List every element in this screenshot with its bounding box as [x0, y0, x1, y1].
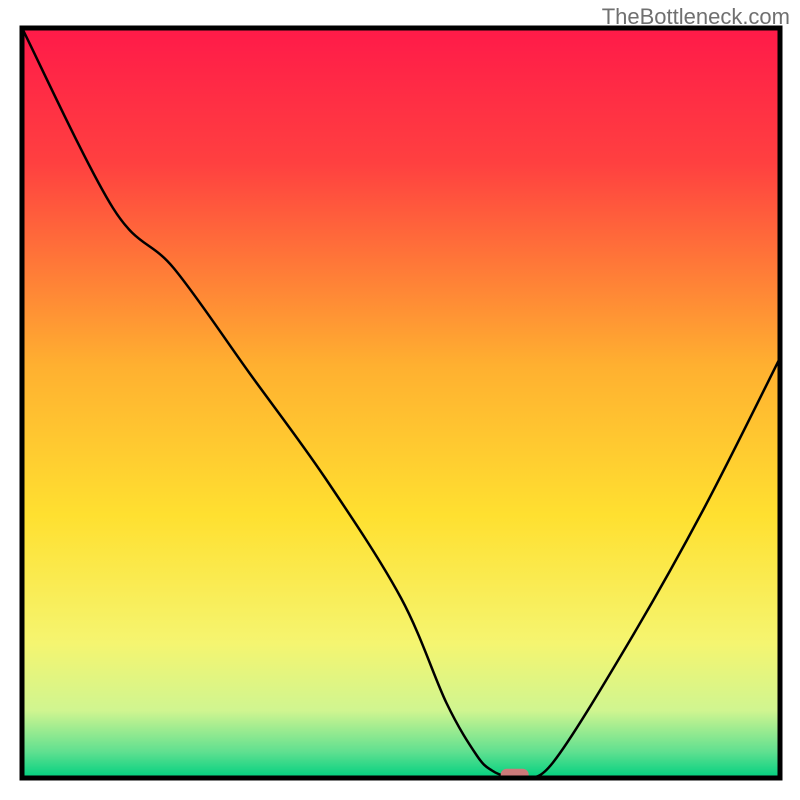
- chart-container: TheBottleneck.com: [0, 0, 800, 800]
- bottleneck-chart: [0, 0, 800, 800]
- plot-background: [22, 28, 780, 778]
- watermark-text: TheBottleneck.com: [602, 4, 790, 30]
